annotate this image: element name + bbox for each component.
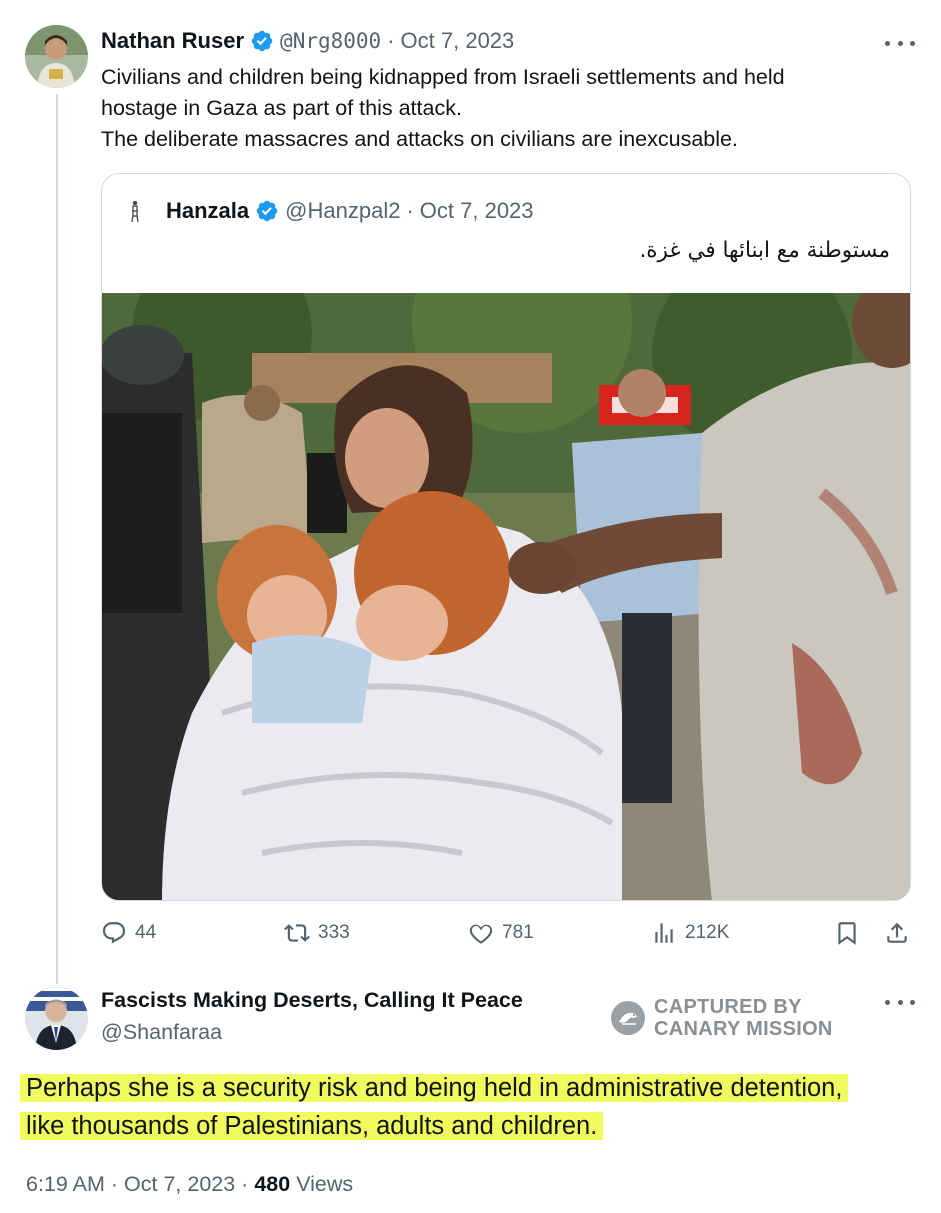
tweet-header: Nathan Ruser @Nrg8000 · Oct 7, 2023 bbox=[101, 28, 514, 54]
bookmark-button[interactable] bbox=[834, 920, 860, 946]
reply-button[interactable]: 44 bbox=[101, 920, 156, 946]
tweet-action-bar: 44 333 781 212K bbox=[101, 920, 911, 952]
reply-author-handle[interactable]: @Shanfaraa bbox=[101, 1020, 222, 1045]
quoted-tweet-text: مستوطنة مع ابنائها في غزة. bbox=[639, 238, 890, 263]
like-icon bbox=[469, 924, 493, 944]
quoted-tweet-card[interactable]: Hanzala @Hanzpal2 · Oct 7, 2023 مستوطنة … bbox=[101, 173, 911, 901]
author-handle[interactable]: @Nrg8000 bbox=[280, 29, 381, 53]
watermark-line: CAPTURED BY bbox=[654, 996, 802, 1018]
highlighted-text: Perhaps she is a security risk and being… bbox=[20, 1074, 849, 1102]
avatar-photo bbox=[25, 987, 88, 1050]
tweet-metadata: 6:19 AM · Oct 7, 2023 · 480 Views bbox=[26, 1172, 353, 1197]
views-icon bbox=[655, 923, 673, 943]
separator-dot: · bbox=[406, 198, 414, 223]
share-button[interactable] bbox=[884, 920, 910, 946]
bookmark-icon bbox=[838, 922, 856, 945]
views-button[interactable]: 212K bbox=[651, 920, 729, 946]
quoted-author-handle[interactable]: @Hanzpal2 bbox=[285, 198, 400, 224]
tweet-text-line: The deliberate massacres and attacks on … bbox=[101, 127, 738, 151]
author-name[interactable]: Nathan Ruser bbox=[101, 28, 244, 54]
views-label: Views bbox=[296, 1172, 354, 1196]
watermark-text: CAPTURED BY CANARY MISSION bbox=[654, 996, 833, 1040]
retweet-count: 333 bbox=[318, 922, 350, 943]
quoted-tweet-date[interactable]: Oct 7, 2023 bbox=[420, 198, 534, 224]
views-total: 480 bbox=[254, 1172, 291, 1196]
canary-mission-watermark: CAPTURED BY CANARY MISSION bbox=[610, 996, 833, 1040]
tweet-date[interactable]: Oct 7, 2023 bbox=[401, 28, 515, 54]
verified-badge-icon bbox=[250, 29, 274, 53]
quoted-tweet-header: Hanzala @Hanzpal2 · Oct 7, 2023 bbox=[122, 198, 534, 224]
share-icon bbox=[887, 922, 907, 943]
tweet-date[interactable]: Oct 7, 2023 bbox=[124, 1172, 235, 1196]
canary-logo-icon bbox=[610, 1000, 646, 1036]
reply-author-avatar[interactable] bbox=[25, 987, 88, 1050]
separator-dot: · bbox=[241, 1172, 249, 1196]
like-count: 781 bbox=[502, 922, 534, 943]
highlighted-text: like thousands of Palestinians, adults a… bbox=[20, 1112, 604, 1140]
reply-count: 44 bbox=[135, 922, 157, 943]
more-options-icon[interactable] bbox=[885, 33, 915, 53]
reply-author-name[interactable]: Fascists Making Deserts, Calling It Peac… bbox=[101, 988, 523, 1013]
verified-badge-icon bbox=[255, 199, 279, 223]
author-avatar[interactable] bbox=[25, 25, 88, 88]
retweet-button[interactable]: 333 bbox=[284, 920, 350, 946]
quoted-author-name[interactable]: Hanzala bbox=[166, 198, 249, 224]
separator-dot: · bbox=[387, 28, 395, 53]
retweet-icon bbox=[284, 924, 310, 942]
reply-icon bbox=[102, 922, 126, 944]
more-options-icon[interactable] bbox=[885, 992, 915, 1012]
separator-dot: · bbox=[110, 1172, 119, 1196]
reply-text-line: like thousands of Palestinians, adults a… bbox=[20, 1107, 920, 1145]
quoted-tweet-photo[interactable] bbox=[102, 293, 910, 900]
tweet-text-line: hostage in Gaza as part of this attack. bbox=[101, 96, 462, 120]
tweet-time[interactable]: 6:19 AM bbox=[26, 1172, 105, 1196]
quoted-author-avatar[interactable] bbox=[122, 198, 148, 224]
watermark-line: CANARY MISSION bbox=[654, 1018, 833, 1040]
like-button[interactable]: 781 bbox=[468, 920, 534, 946]
avatar-photo bbox=[25, 25, 88, 88]
reply-text-line: Perhaps she is a security risk and being… bbox=[20, 1069, 920, 1107]
tweet-text-line: Civilians and children being kidnapped f… bbox=[101, 65, 785, 89]
thread-connector-line bbox=[56, 94, 58, 984]
reply-tweet-text: Perhaps she is a security risk and being… bbox=[20, 1069, 920, 1145]
tweet-text: Civilians and children being kidnapped f… bbox=[101, 62, 901, 155]
views-count: 212K bbox=[685, 922, 730, 943]
